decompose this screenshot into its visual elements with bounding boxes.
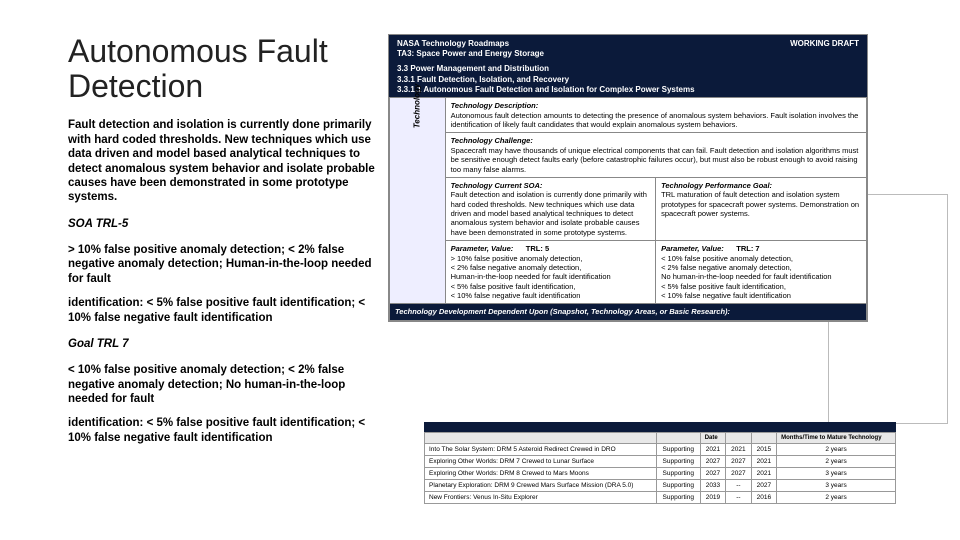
tech-description-cell: Technology Description: Autonomous fault… xyxy=(445,98,866,133)
mission-c2: 2033 xyxy=(700,480,725,492)
doc-header: NASA Technology Roadmaps TA3: Space Powe… xyxy=(389,35,867,62)
mh-time: Months/Time to Mature Technology xyxy=(777,433,896,444)
table-row: Into The Solar System: DRM 5 Asteroid Re… xyxy=(425,444,896,456)
mission-c1: Supporting xyxy=(656,468,700,480)
mh-name xyxy=(425,433,657,444)
slide: Autonomous Fault Detection Fault detecti… xyxy=(0,0,960,540)
tech-challenge-cell: Technology Challenge: Spacecraft may hav… xyxy=(445,133,866,178)
tech-description-text: Autonomous fault detection amounts to de… xyxy=(451,111,859,129)
technology-table: Technology Technology Description: Auton… xyxy=(389,97,867,321)
param-right-cell: Parameter, Value: TRL: 7 < 10% false pos… xyxy=(656,241,867,304)
technology-side-label: Technology xyxy=(412,84,422,129)
left-column: Autonomous Fault Detection Fault detecti… xyxy=(68,34,378,520)
mission-c2: 2027 xyxy=(700,468,725,480)
table-row: Planetary Exploration: DRM 9 Crewed Mars… xyxy=(425,480,896,492)
slide-title: Autonomous Fault Detection xyxy=(68,34,378,104)
mission-c2: 2019 xyxy=(700,492,725,504)
soa-metrics-2: identification: < 5% false positive faul… xyxy=(68,296,378,325)
param-label-r: Parameter, Value: xyxy=(661,244,724,253)
technology-side-tab: Technology xyxy=(390,98,446,304)
mission-c3: 2027 xyxy=(726,468,751,480)
mission-c5: 2 years xyxy=(777,444,896,456)
mh-c1 xyxy=(656,433,700,444)
soa-metrics-1: > 10% false positive anomaly detection; … xyxy=(68,243,378,286)
mission-c5: 2 years xyxy=(777,492,896,504)
table-row: Exploring Other Worlds: DRM 7 Crewed to … xyxy=(425,456,896,468)
mission-name: Exploring Other Worlds: DRM 7 Crewed to … xyxy=(425,456,657,468)
mission-c3: 2021 xyxy=(726,444,751,456)
mission-name: Into The Solar System: DRM 5 Asteroid Re… xyxy=(425,444,657,456)
tech-description-label: Technology Description: xyxy=(451,101,539,110)
mission-c5: 3 years xyxy=(777,480,896,492)
mission-c4: 2015 xyxy=(751,444,776,456)
mission-c2: 2021 xyxy=(700,444,725,456)
doc-section-heading: 3.3 Power Management and Distribution 3.… xyxy=(389,62,867,97)
perf-goal-cell: Technology Performance Goal: TRL maturat… xyxy=(656,177,867,240)
mission-c1: Supporting xyxy=(656,456,700,468)
mission-c5: 3 years xyxy=(777,468,896,480)
table-row: New Frontiers: Venus In-Situ ExplorerSup… xyxy=(425,492,896,504)
tech-challenge-text: Spacecraft may have thousands of unique … xyxy=(451,146,859,174)
current-soa-cell: Technology Current SOA: Fault detection … xyxy=(445,177,655,240)
mission-c3: -- xyxy=(726,492,751,504)
mission-c2: 2027 xyxy=(700,456,725,468)
perf-goal-text: TRL maturation of fault detection and is… xyxy=(661,190,859,218)
param-left-cell: Parameter, Value: TRL: 5 > 10% false pos… xyxy=(445,241,655,304)
doc-header-line2: TA3: Space Power and Energy Storage xyxy=(397,49,544,59)
mission-name: New Frontiers: Venus In-Situ Explorer xyxy=(425,492,657,504)
trl-right: TRL: 7 xyxy=(736,244,759,253)
tech-challenge-label: Technology Challenge: xyxy=(451,136,533,145)
mission-name: Exploring Other Worlds: DRM 8 Crewed to … xyxy=(425,468,657,480)
doc-header-right: WORKING DRAFT xyxy=(790,39,859,48)
mh-date: Date xyxy=(700,433,725,444)
sec-3-3-1: 3.3.1 Fault Detection, Isolation, and Re… xyxy=(397,75,859,85)
mission-tbody: Into The Solar System: DRM 5 Asteroid Re… xyxy=(425,444,896,504)
current-soa-label: Technology Current SOA: xyxy=(451,181,543,190)
right-column: …tion in …r and …lo …ss …meet …ulator …t… xyxy=(388,34,908,520)
mission-c3: -- xyxy=(726,480,751,492)
sec-3-3-1-1: 3.3.1.1 Autonomous Fault Detection and I… xyxy=(397,85,859,95)
sec-3-3: 3.3 Power Management and Distribution xyxy=(397,64,859,74)
mission-header-strip xyxy=(424,422,896,432)
roadmap-document: NASA Technology Roadmaps TA3: Space Powe… xyxy=(388,34,868,322)
goal-metrics-2: identification: < 5% false positive faul… xyxy=(68,416,378,445)
perf-goal-label: Technology Performance Goal: xyxy=(661,181,772,190)
mission-table: Date Months/Time to Mature Technology In… xyxy=(424,432,896,504)
mission-c4: 2021 xyxy=(751,456,776,468)
param-right-text: < 10% false positive anomaly detection, … xyxy=(661,254,832,301)
mission-c3: 2027 xyxy=(726,456,751,468)
intro-paragraph: Fault detection and isolation is current… xyxy=(68,118,378,204)
mission-c4: 2021 xyxy=(751,468,776,480)
mission-name: Planetary Exploration: DRM 9 Crewed Mars… xyxy=(425,480,657,492)
mission-c1: Supporting xyxy=(656,444,700,456)
doc-header-line1: NASA Technology Roadmaps xyxy=(397,39,544,49)
mission-c4: 2027 xyxy=(751,480,776,492)
mh-c3 xyxy=(726,433,751,444)
mission-c5: 2 years xyxy=(777,456,896,468)
mh-c4 xyxy=(751,433,776,444)
mission-c4: 2016 xyxy=(751,492,776,504)
table-row: Exploring Other Worlds: DRM 8 Crewed to … xyxy=(425,468,896,480)
mission-c1: Supporting xyxy=(656,492,700,504)
goal-metrics-1: < 10% false positive anomaly detection; … xyxy=(68,363,378,406)
dev-dependent-row: Technology Development Dependent Upon (S… xyxy=(390,304,867,320)
current-soa-text: Fault detection and isolation is current… xyxy=(451,190,647,237)
goal-label: Goal TRL 7 xyxy=(68,337,378,351)
param-left-text: > 10% false positive anomaly detection, … xyxy=(451,254,611,301)
mission-c1: Supporting xyxy=(656,480,700,492)
soa-label: SOA TRL-5 xyxy=(68,217,378,231)
param-label-l: Parameter, Value: xyxy=(451,244,514,253)
trl-left: TRL: 5 xyxy=(526,244,549,253)
doc-header-left: NASA Technology Roadmaps TA3: Space Powe… xyxy=(397,39,544,58)
